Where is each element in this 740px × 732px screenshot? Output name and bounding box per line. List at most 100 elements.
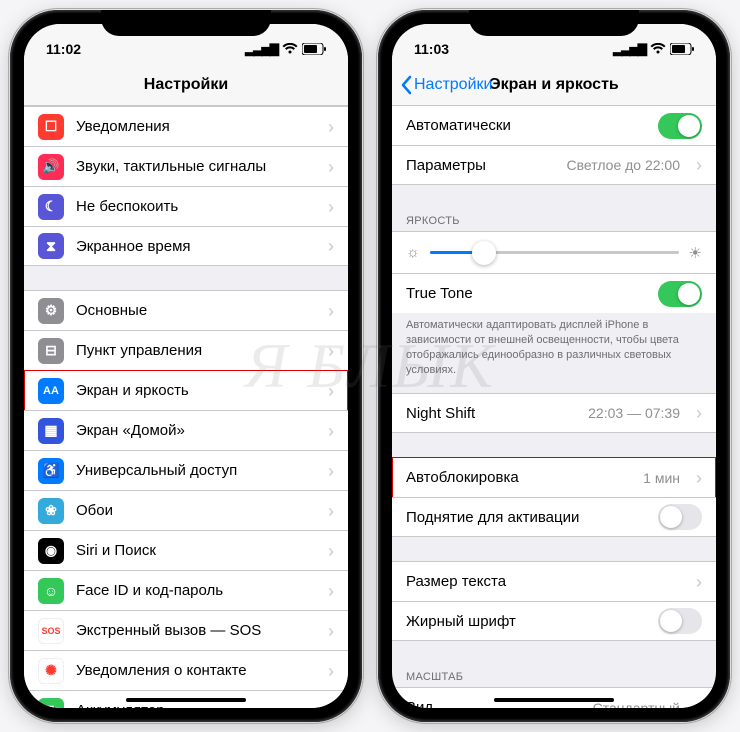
faceid-icon: ☺ <box>38 578 64 604</box>
settings-row[interactable]: ⧗ Экранное время › <box>24 226 348 266</box>
chevron-right-icon: › <box>328 237 334 255</box>
settings-row[interactable]: ☺ Face ID и код-пароль › <box>24 570 348 610</box>
switches-icon: ⊟ <box>38 338 64 364</box>
toggle-auto-appearance[interactable] <box>658 113 702 139</box>
chevron-right-icon: › <box>328 542 334 560</box>
row-label: Размер текста <box>406 573 680 590</box>
chevron-left-icon <box>400 75 412 95</box>
settings-row[interactable]: ▦ Экран «Домой» › <box>24 410 348 450</box>
row-value: Светлое до 22:00 <box>567 157 680 173</box>
settings-row[interactable]: ☾Не беспокоить› <box>24 186 348 226</box>
chevron-right-icon: › <box>328 582 334 600</box>
chevron-right-icon: › <box>328 198 334 216</box>
settings-row[interactable]: ♿Универсальный доступ› <box>24 450 348 490</box>
siri-icon: ◉ <box>38 538 64 564</box>
row-label: Пункт управления <box>76 342 312 359</box>
nav-bar: Настройки <box>24 64 348 106</box>
wifi-icon <box>650 43 666 55</box>
row-options[interactable]: Параметры Светлое до 22:00 › <box>392 145 716 185</box>
row-label: Экран и яркость <box>76 382 312 399</box>
settings-row[interactable]: ⊟Пункт управления› <box>24 330 348 370</box>
row-nightshift[interactable]: Night Shift 22:03 — 07:39 › <box>392 393 716 433</box>
notif-icon: ☐ <box>38 114 64 140</box>
settings-row[interactable]: AA Экран и яркость › <box>24 370 348 410</box>
virus-icon: ✺ <box>38 658 64 684</box>
group-header-brightness: ЯРКОСТЬ <box>392 209 716 231</box>
row-label: Face ID и код-пароль <box>76 582 312 599</box>
appearance-group: Автоматически Параметры Светлое до 22:00… <box>392 106 716 185</box>
chevron-right-icon: › <box>328 662 334 680</box>
back-button[interactable]: Настройки <box>392 75 492 95</box>
nav-title: Настройки <box>24 76 348 94</box>
chevron-right-icon: › <box>328 502 334 520</box>
flower-icon: ❀ <box>38 498 64 524</box>
home-indicator[interactable] <box>126 698 246 702</box>
sun-small-icon: ☼ <box>406 244 420 261</box>
access-icon: ♿ <box>38 458 64 484</box>
toggle-bold-text[interactable] <box>658 608 702 634</box>
chevron-right-icon: › <box>328 462 334 480</box>
row-bold-text[interactable]: Жирный шрифт <box>392 601 716 641</box>
row-label: Экранное время <box>76 238 312 255</box>
row-label: Экстренный вызов — SOS <box>76 622 312 639</box>
row-label: True Tone <box>406 285 646 302</box>
group-header-zoom: МАСШТАБ <box>392 665 716 687</box>
chevron-right-icon: › <box>328 702 334 709</box>
phone-left: 11:02 ▂▃▅▇ Настройки ☐ Уведомления › 🔊Звуки… <box>10 10 362 722</box>
settings-list[interactable]: ☐ Уведомления › 🔊Звуки, тактильные сигналы›… <box>24 106 348 708</box>
chevron-right-icon: › <box>328 422 334 440</box>
row-label: Уведомления <box>76 118 312 135</box>
toggle-raise-to-wake[interactable] <box>658 504 702 530</box>
screen-left: 11:02 ▂▃▅▇ Настройки ☐ Уведомления › 🔊Звуки… <box>24 24 348 708</box>
phone-right: 11:03 ▂▃▅▇ Настройки Экран и яркость Авт… <box>378 10 730 722</box>
row-raise-to-wake[interactable]: Поднятие для активации <box>392 497 716 537</box>
settings-row[interactable]: ☐Уведомления› <box>24 106 348 146</box>
row-text-size[interactable]: Размер текста › <box>392 561 716 601</box>
moon-icon: ☾ <box>38 194 64 220</box>
row-label: Жирный шрифт <box>406 613 646 630</box>
row-label: Экран «Домой» <box>76 422 312 439</box>
settings-row[interactable]: SOSЭкстренный вызов — SOS› <box>24 610 348 650</box>
settings-group: ☐ Уведомления › 🔊Звуки, тактильные сигналы›… <box>24 106 348 266</box>
battery-icon: ▮ <box>38 698 64 709</box>
row-autolock[interactable]: Автоблокировка 1 мин › <box>392 457 716 497</box>
hourglass-icon: ⧗ <box>38 233 64 259</box>
nav-bar: Настройки Экран и яркость <box>392 64 716 106</box>
battery-icon <box>670 43 694 55</box>
row-truetone[interactable]: True Tone <box>392 273 716 313</box>
status-time: 11:02 <box>46 41 81 57</box>
grid-icon: ▦ <box>38 418 64 444</box>
wifi-icon <box>282 43 298 55</box>
notch <box>469 10 639 36</box>
cellular-icon: ▂▃▅▇ <box>245 42 278 56</box>
row-label: Звуки, тактильные сигналы <box>76 158 312 175</box>
aa-icon: AA <box>38 378 64 404</box>
notch <box>101 10 271 36</box>
slider-thumb[interactable] <box>472 241 496 265</box>
row-label: Обои <box>76 502 312 519</box>
chevron-right-icon: › <box>328 622 334 640</box>
settings-row[interactable]: ◉Siri и Поиск› <box>24 530 348 570</box>
settings-row[interactable]: ❀ Обои › <box>24 490 348 530</box>
nightshift-group: Night Shift 22:03 — 07:39 › <box>392 393 716 433</box>
home-indicator[interactable] <box>494 698 614 702</box>
row-label: Night Shift <box>406 405 576 422</box>
status-time: 11:03 <box>414 41 449 57</box>
chevron-right-icon: › <box>696 699 702 708</box>
row-auto-appearance[interactable]: Автоматически <box>392 106 716 145</box>
display-settings-list[interactable]: Автоматически Параметры Светлое до 22:00… <box>392 106 716 708</box>
settings-row[interactable]: ⚙Основные› <box>24 290 348 330</box>
brightness-group: ЯРКОСТЬ ☼ ☀ True Tone Автоматически адап… <box>392 209 716 379</box>
status-icons: ▂▃▅▇ <box>245 42 326 56</box>
autolock-group: Автоблокировка 1 мин › Поднятие для акти… <box>392 457 716 537</box>
toggle-truetone[interactable] <box>658 281 702 307</box>
row-label: Аккумулятор <box>76 702 312 708</box>
chevron-right-icon: › <box>696 573 702 591</box>
settings-row[interactable]: 🔊Звуки, тактильные сигналы› <box>24 146 348 186</box>
brightness-slider[interactable] <box>430 251 679 254</box>
chevron-right-icon: › <box>328 382 334 400</box>
settings-row[interactable]: ✺Уведомления о контакте› <box>24 650 348 690</box>
back-label: Настройки <box>414 76 492 94</box>
row-value: 1 мин <box>643 470 680 486</box>
cellular-icon: ▂▃▅▇ <box>613 42 646 56</box>
